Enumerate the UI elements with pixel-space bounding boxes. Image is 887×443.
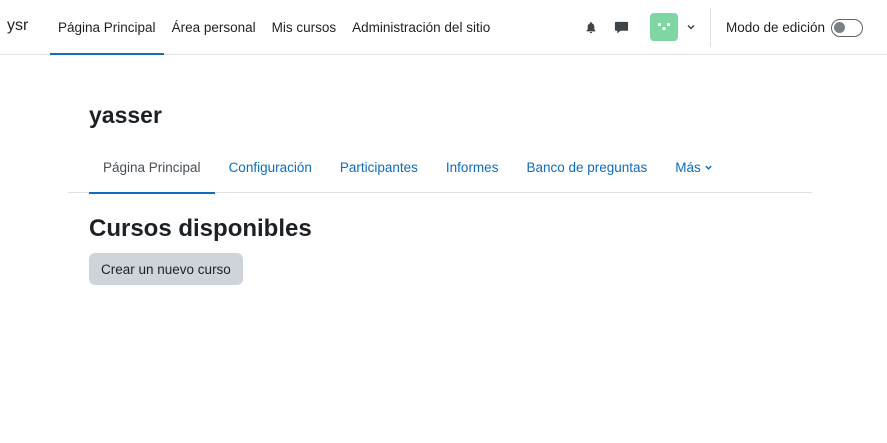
bell-icon [586,21,596,33]
tab-home[interactable]: Página Principal [89,142,215,194]
primary-navigation: Página Principal Área personal Mis curso… [50,0,498,55]
edit-mode-label: Modo de edición [726,20,826,35]
tab-more[interactable]: Más [661,142,727,193]
tab-settings[interactable]: Configuración [215,142,326,193]
available-courses-heading: Cursos disponibles [89,215,312,242]
top-navbar: ysr Página Principal Área personal Mis c… [0,0,887,55]
notifications-button[interactable] [576,13,606,43]
nav-item-dashboard[interactable]: Área personal [164,0,264,55]
chevron-down-icon [704,163,713,172]
toggle-knob [834,21,846,33]
tab-participants[interactable]: Participantes [326,142,432,193]
messages-button[interactable] [606,13,636,43]
navbar-divider [710,8,711,47]
tab-more-label: Más [675,160,701,175]
page-title: yasser [89,102,162,128]
message-icon [614,21,628,34]
edit-mode-control: Modo de edición [726,0,864,55]
navbar-icons [576,0,636,55]
avatar [650,13,678,41]
user-menu-toggle[interactable] [650,13,696,41]
nav-item-my-courses[interactable]: Mis cursos [264,0,345,55]
secondary-navigation: Página Principal Configuración Participa… [68,142,812,194]
create-course-button[interactable]: Crear un nuevo curso [89,253,243,285]
chevron-down-icon [686,22,696,32]
identicon-icon [658,23,670,30]
site-brand[interactable]: ysr [7,17,28,35]
tab-question-bank[interactable]: Banco de preguntas [512,142,661,193]
nav-item-site-admin[interactable]: Administración del sitio [344,0,498,55]
edit-mode-toggle[interactable] [831,18,864,37]
nav-item-home[interactable]: Página Principal [50,0,164,55]
tab-reports[interactable]: Informes [432,142,513,193]
